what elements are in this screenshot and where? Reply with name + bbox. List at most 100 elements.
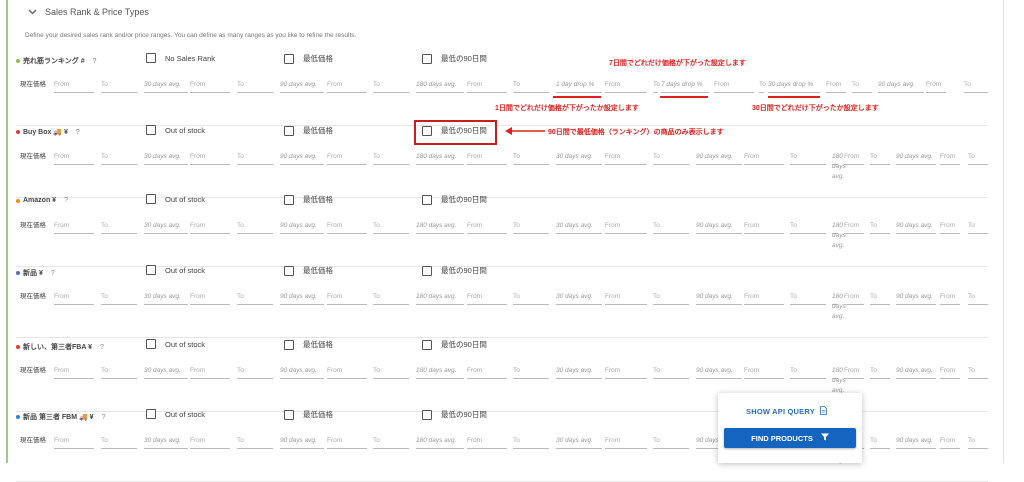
range-input-from[interactable]: From xyxy=(744,366,784,379)
range-input-from[interactable]: From xyxy=(605,366,647,379)
range-input-from[interactable]: From xyxy=(467,366,507,379)
range-input-to[interactable]: To xyxy=(101,436,137,449)
range-input-avg180[interactable]: 180 days avg. xyxy=(832,292,846,320)
range-input-to[interactable]: To xyxy=(653,436,689,449)
range-input-from[interactable]: From xyxy=(744,152,784,165)
range-input-from[interactable]: From xyxy=(940,436,960,449)
range-input-from[interactable]: From xyxy=(744,292,784,305)
range-input-to[interactable]: To xyxy=(653,221,689,234)
range-input-to[interactable]: To xyxy=(373,80,409,93)
range-input-avg90[interactable]: 90 days avg. xyxy=(280,152,324,165)
range-input-from[interactable]: From xyxy=(327,80,367,93)
range-input-avg90[interactable]: 90 days avg. xyxy=(696,221,742,234)
range-input-to[interactable]: To xyxy=(790,366,826,379)
range-input-to[interactable]: To xyxy=(870,292,890,305)
range-input-avg180[interactable]: 180 days avg. xyxy=(416,292,464,305)
range-input-from[interactable]: From xyxy=(467,152,507,165)
range-input-from[interactable]: From xyxy=(190,366,230,379)
range-input-avg30[interactable]: 30 days avg. xyxy=(144,292,188,305)
range-input-to[interactable]: To xyxy=(513,80,549,93)
range-input-to[interactable]: To xyxy=(790,152,826,165)
range-input-from[interactable]: From xyxy=(327,366,367,379)
help-icon[interactable]: ? xyxy=(100,344,104,351)
checkbox-box[interactable] xyxy=(422,409,432,420)
no-sales-rank-checkbox[interactable]: Out of stock xyxy=(146,339,205,349)
lowest-price-checkbox[interactable]: 最低価格 xyxy=(284,125,333,136)
range-input-to[interactable]: To xyxy=(790,292,826,305)
range-input-to[interactable]: To xyxy=(653,292,689,305)
range-input-avg30[interactable]: 30 days avg. xyxy=(556,366,602,379)
range-input-avg30[interactable]: 30 days avg. xyxy=(144,152,188,165)
range-input-avg90[interactable]: 90 days avg. xyxy=(280,436,324,449)
range-input-to[interactable]: To xyxy=(237,221,273,234)
range-input-from[interactable]: From xyxy=(467,80,507,93)
range-input-avg90[interactable]: 90 days avg. xyxy=(280,292,324,305)
range-input-from[interactable]: From xyxy=(467,221,507,234)
range-input-from[interactable]: From xyxy=(54,152,94,165)
range-input-from[interactable]: From xyxy=(605,292,647,305)
range-input-avg180[interactable]: 180 days avg. xyxy=(832,366,846,394)
range-input-avg90[interactable]: 90 days avg. xyxy=(696,152,742,165)
lowest-90day-checkbox[interactable]: 最低の90日間 xyxy=(422,409,487,420)
chevron-down-icon[interactable] xyxy=(28,8,37,17)
section-header[interactable]: Sales Rank & Price Types xyxy=(28,7,149,17)
range-input-from[interactable]: From xyxy=(467,292,507,305)
range-input-avg30[interactable]: 30 days avg. xyxy=(556,221,602,234)
range-input-to[interactable]: To xyxy=(852,80,872,93)
checkbox-box[interactable] xyxy=(284,194,294,205)
range-input-from[interactable]: From xyxy=(940,366,960,379)
range-input-to[interactable]: To xyxy=(513,436,549,449)
range-input-to[interactable]: To xyxy=(513,221,549,234)
range-input-from[interactable]: From xyxy=(54,366,94,379)
lowest-90day-checkbox[interactable]: 最低の90日間 xyxy=(422,339,487,350)
range-input-avg180[interactable]: 180 days avg. xyxy=(832,152,846,180)
range-input-to[interactable]: To xyxy=(373,436,409,449)
range-input-avg90[interactable]: 90 days avg. xyxy=(896,292,936,305)
range-input-drop30[interactable]: 30 days drop % xyxy=(768,80,820,93)
range-input-to[interactable]: To xyxy=(870,366,890,379)
range-input-from[interactable]: From xyxy=(940,221,960,234)
range-input-avg90[interactable]: 90 days avg. xyxy=(896,221,936,234)
range-input-to[interactable]: To xyxy=(101,221,137,234)
range-input-from[interactable]: From xyxy=(327,292,367,305)
lowest-90day-checkbox[interactable]: 最低の90日間 xyxy=(422,53,487,64)
range-input-from[interactable]: From xyxy=(605,221,647,234)
range-input-to[interactable]: To xyxy=(237,152,273,165)
checkbox-box[interactable] xyxy=(284,409,294,420)
range-input-to[interactable]: To xyxy=(373,221,409,234)
checkbox-box[interactable] xyxy=(146,125,156,135)
range-input-from[interactable]: From xyxy=(605,80,647,93)
range-input-to[interactable]: To xyxy=(237,80,273,93)
range-input-to[interactable]: To xyxy=(759,80,766,93)
range-input-from[interactable]: From xyxy=(54,292,94,305)
range-input-to[interactable]: To xyxy=(101,80,137,93)
range-input-to[interactable]: To xyxy=(237,292,273,305)
range-input-avg30[interactable]: 30 days avg. xyxy=(144,366,188,379)
range-input-avg90[interactable]: 90 days avg. xyxy=(280,366,324,379)
range-input-from[interactable]: From xyxy=(190,80,230,93)
range-input-to[interactable]: To xyxy=(870,436,890,449)
range-input-to[interactable]: To xyxy=(513,152,549,165)
range-input-avg180[interactable]: 180 days avg. xyxy=(416,152,464,165)
range-input-avg90[interactable]: 90 days avg. xyxy=(696,292,742,305)
lowest-price-checkbox[interactable]: 最低価格 xyxy=(284,409,333,420)
checkbox-box[interactable] xyxy=(146,409,156,419)
range-input-from[interactable]: From xyxy=(54,221,94,234)
range-input-from[interactable]: From xyxy=(327,152,367,165)
range-input-to[interactable]: To xyxy=(968,366,988,379)
range-input-to[interactable]: To xyxy=(968,152,988,165)
range-input-from[interactable]: From xyxy=(844,292,864,305)
range-input-drop7[interactable]: 7 days drop % xyxy=(661,80,709,93)
lowest-price-checkbox[interactable]: 最低価格 xyxy=(284,194,333,205)
help-icon[interactable]: ? xyxy=(76,129,80,136)
range-input-from[interactable]: From xyxy=(327,221,367,234)
checkbox-box[interactable] xyxy=(284,265,294,276)
range-input-from[interactable]: From xyxy=(54,80,94,93)
range-input-from[interactable]: From xyxy=(826,80,846,93)
range-input-avg90[interactable]: 90 days avg. xyxy=(896,152,936,165)
range-input-to[interactable]: To xyxy=(101,292,137,305)
range-input-to[interactable]: To xyxy=(870,221,890,234)
range-input-to[interactable]: To xyxy=(513,292,549,305)
range-input-from[interactable]: From xyxy=(714,80,754,93)
checkbox-box[interactable] xyxy=(284,53,294,64)
